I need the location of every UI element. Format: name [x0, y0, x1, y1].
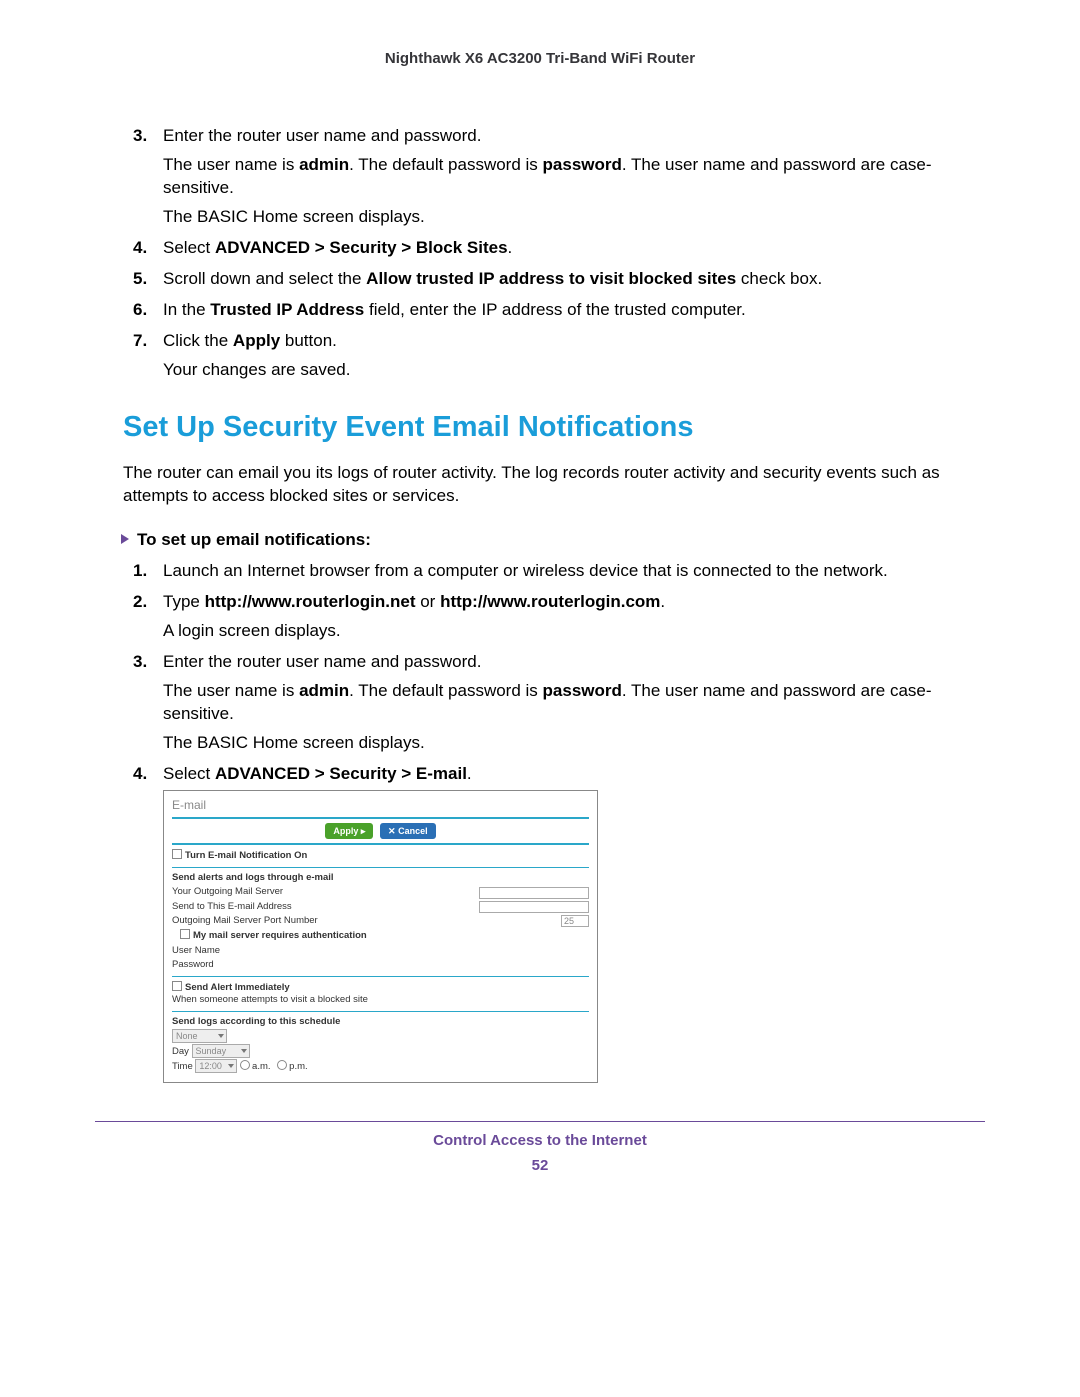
step-4: 4. Select ADVANCED > Security > Block Si…: [133, 237, 985, 260]
step-7: 7. Click the Apply button. Your changes …: [133, 330, 985, 382]
divider: [172, 1011, 589, 1012]
schedule-label: Send logs according to this schedule: [172, 1016, 589, 1029]
step-note: The BASIC Home screen displays.: [163, 732, 985, 755]
footer-chapter: Control Access to the Internet: [95, 1132, 985, 1149]
step-5: 5. Scroll down and select the Allow trus…: [133, 268, 985, 291]
step-6: 6. In the Trusted IP Address field, ente…: [133, 299, 985, 322]
day-row: Day Sunday: [172, 1044, 589, 1059]
step-note: The BASIC Home screen displays.: [163, 206, 985, 229]
alert-sub-label: When someone attempts to visit a blocked…: [172, 994, 589, 1007]
outgoing-server-row: Your Outgoing Mail Server: [172, 886, 589, 899]
divider: [172, 867, 589, 868]
alert-immediately-row: Send Alert Immediately: [172, 981, 589, 995]
panel-title: E-mail: [172, 797, 589, 813]
checkbox-icon[interactable]: [180, 929, 190, 939]
steps-list-2: 1. Launch an Internet browser from a com…: [133, 560, 985, 1082]
step-note: The user name is admin. The default pass…: [163, 680, 985, 726]
username-row: User Name: [172, 945, 589, 958]
step-3: 3. Enter the router user name and passwo…: [133, 651, 985, 755]
outgoing-server-input[interactable]: [479, 887, 589, 899]
password-row: Password: [172, 959, 589, 972]
apply-button[interactable]: Apply ▸: [325, 823, 373, 839]
page-header: Nighthawk X6 AC3200 Tri-Band WiFi Router: [95, 50, 985, 67]
step-text: Enter the router user name and password.: [163, 652, 481, 671]
step-3: 3. Enter the router user name and passwo…: [133, 125, 985, 229]
step-text: Launch an Internet browser from a comput…: [163, 561, 888, 580]
port-row: Outgoing Mail Server Port Number 25: [172, 915, 589, 928]
send-to-row: Send to This E-mail Address: [172, 901, 589, 914]
step-note: Your changes are saved.: [163, 359, 985, 382]
section-intro: The router can email you its logs of rou…: [123, 462, 985, 508]
step-1: 1. Launch an Internet browser from a com…: [133, 560, 985, 583]
divider: [172, 843, 589, 845]
step-note: The user name is admin. The default pass…: [163, 154, 985, 200]
cancel-button[interactable]: ✕ Cancel: [380, 823, 436, 839]
checkbox-icon[interactable]: [172, 981, 182, 991]
schedule-select-row: None: [172, 1029, 589, 1044]
procedure-title: To set up email notifications:: [121, 530, 985, 550]
day-select[interactable]: Sunday: [192, 1044, 250, 1058]
chevron-right-icon: [121, 534, 129, 544]
step-2: 2. Type http://www.routerlogin.net or ht…: [133, 591, 985, 643]
section-heading: Set Up Security Event Email Notification…: [123, 411, 985, 444]
port-input[interactable]: 25: [561, 915, 589, 927]
section-label: Send alerts and logs through e-mail: [172, 872, 589, 885]
schedule-select[interactable]: None: [172, 1029, 227, 1043]
step-4: 4. Select ADVANCED > Security > E-mail. …: [133, 763, 985, 1083]
auth-row: My mail server requires authentication: [172, 929, 589, 943]
checkbox-icon[interactable]: [172, 849, 182, 859]
divider: [172, 817, 589, 819]
send-to-input[interactable]: [479, 901, 589, 913]
footer-divider: [95, 1121, 985, 1122]
turn-on-row: Turn E-mail Notification On: [172, 849, 589, 863]
email-settings-screenshot: E-mail Apply ▸ ✕ Cancel Turn E-mail Noti…: [163, 790, 598, 1083]
steps-list-1: 3. Enter the router user name and passwo…: [133, 125, 985, 381]
radio-icon[interactable]: [277, 1060, 287, 1070]
step-note: A login screen displays.: [163, 620, 985, 643]
step-text: Enter the router user name and password.: [163, 126, 481, 145]
radio-icon[interactable]: [240, 1060, 250, 1070]
time-select[interactable]: 12:00: [195, 1059, 237, 1073]
time-row: Time 12:00 a.m. p.m.: [172, 1059, 589, 1074]
footer-page-number: 52: [95, 1157, 985, 1174]
divider: [172, 976, 589, 977]
